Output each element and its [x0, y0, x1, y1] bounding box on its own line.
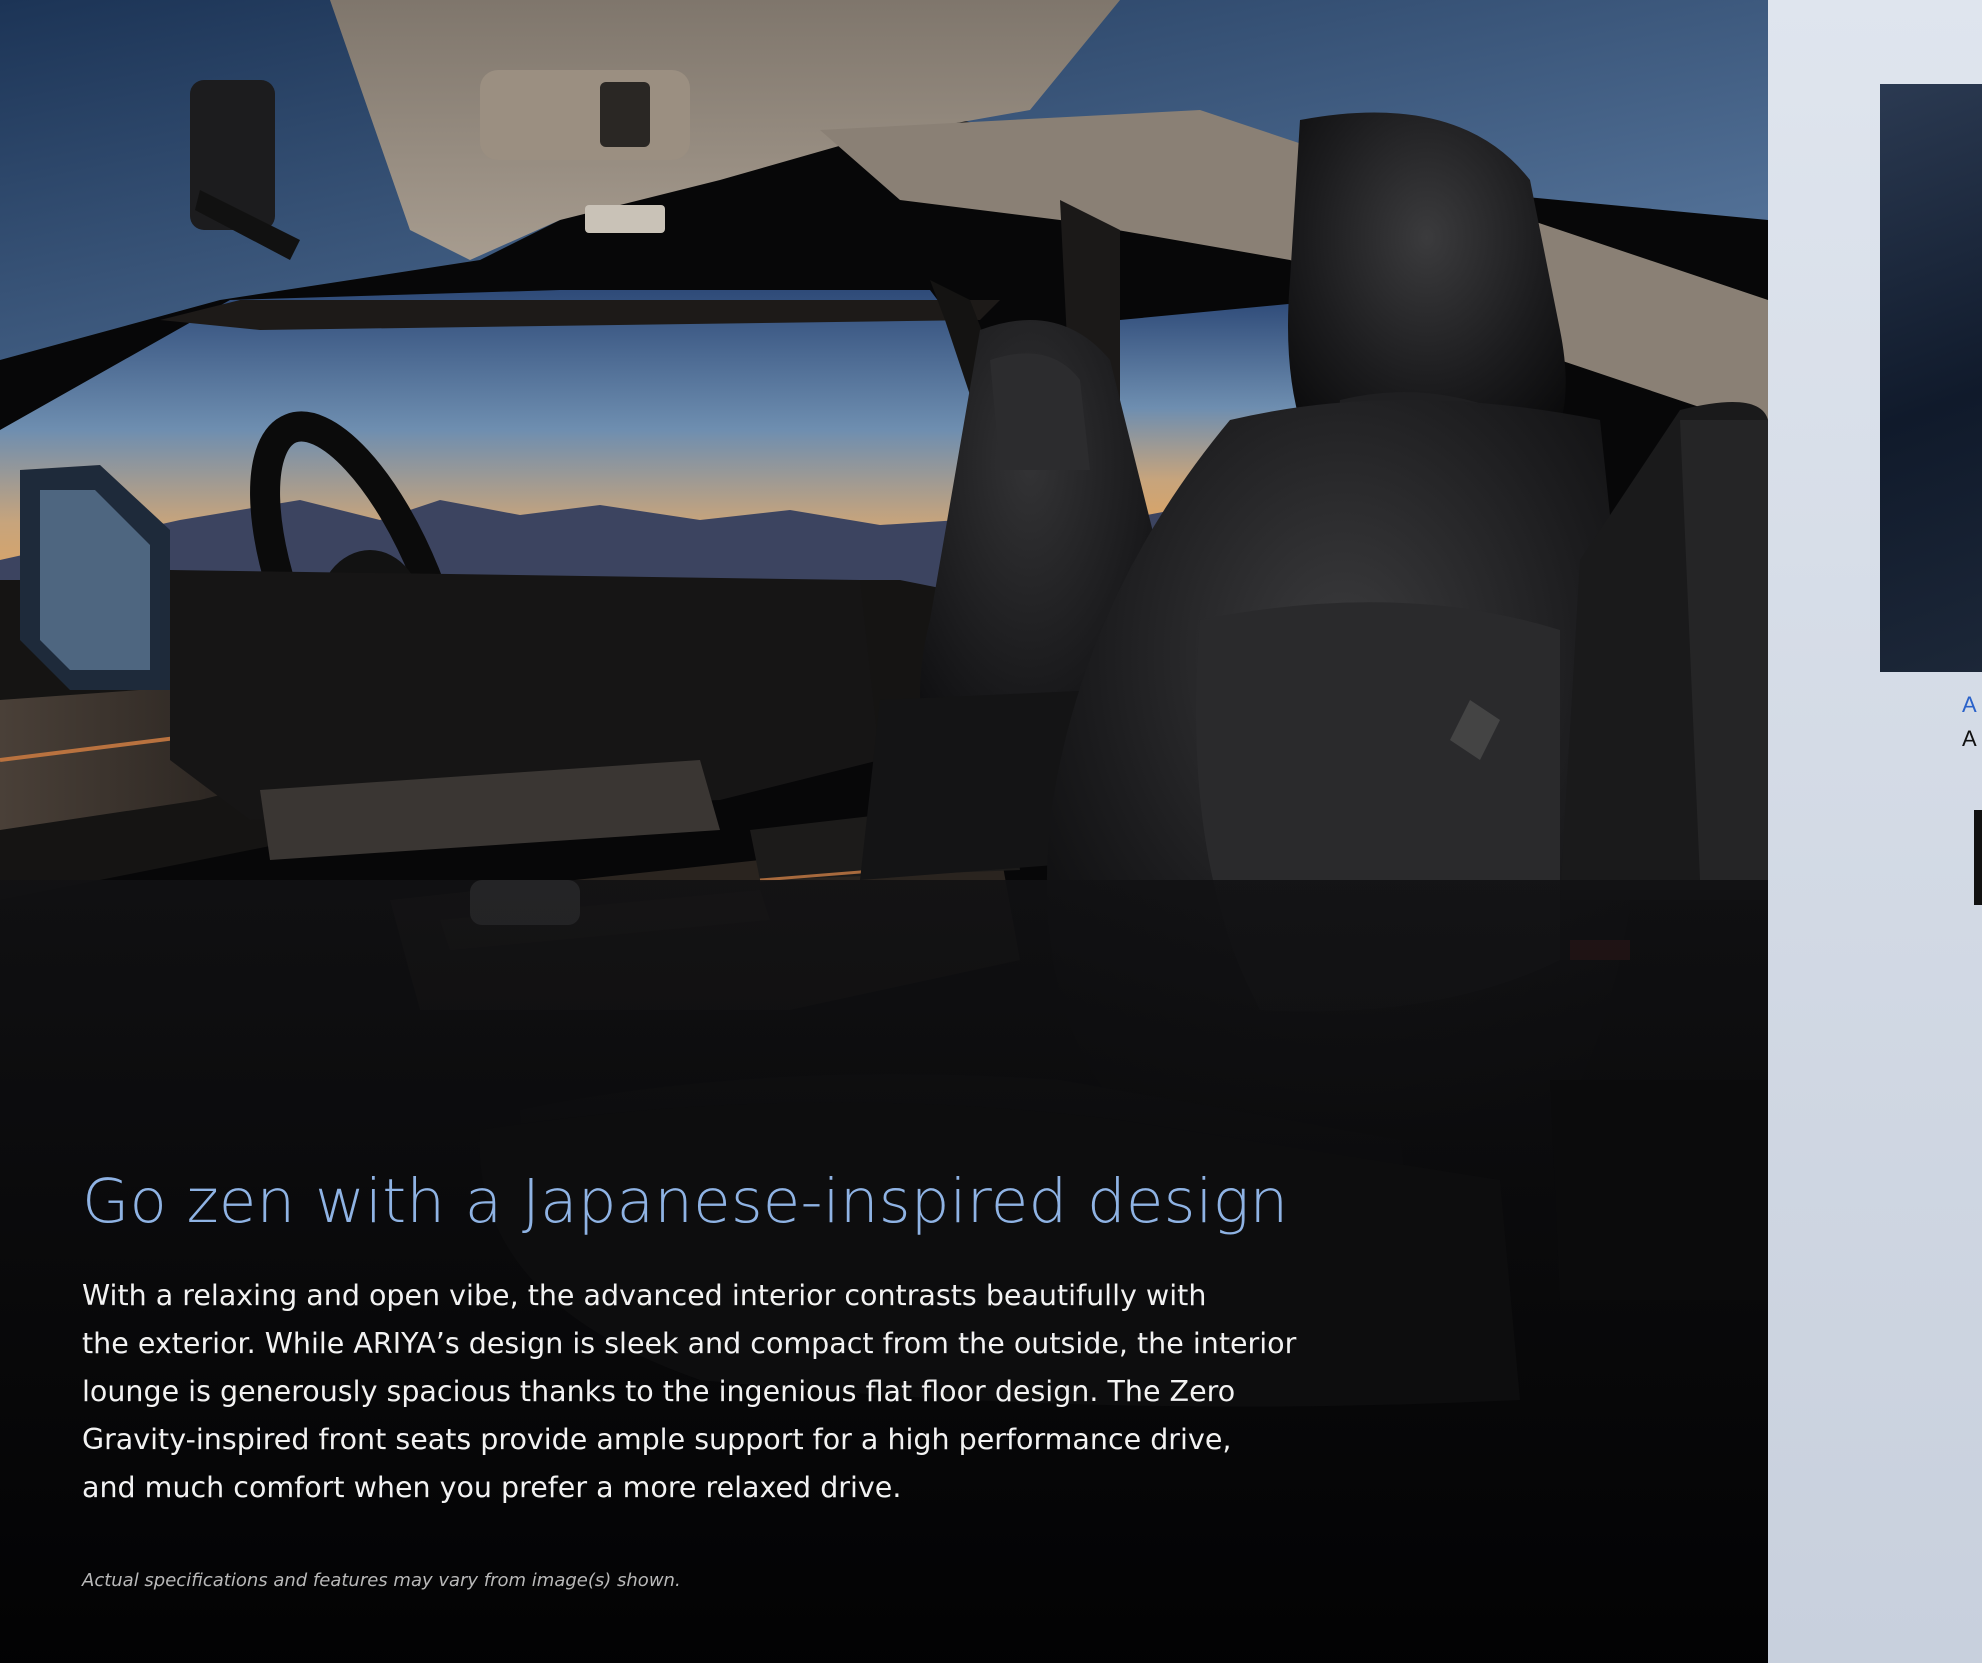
body-copy: With a relaxing and open vibe, the advan… — [82, 1272, 1462, 1512]
body-line: the exterior. While ARIYA’s design is sl… — [82, 1327, 1297, 1360]
body-line: With a relaxing and open vibe, the advan… — [82, 1279, 1207, 1312]
adjacent-page-photo-secondary — [1974, 810, 1982, 905]
body-line: Gravity-inspired front seats provide amp… — [82, 1423, 1232, 1456]
disclaimer: Actual specifications and features may v… — [82, 1570, 681, 1591]
adjacent-page-panel: A A — [1768, 0, 1982, 1663]
body-line: and much comfort when you prefer a more … — [82, 1471, 902, 1504]
body-line: lounge is generously spacious thanks to … — [82, 1375, 1236, 1408]
brochure-page: A A Go zen with a Japanese-inspired desi… — [0, 0, 1982, 1663]
page-headline: Go zen with a Japanese-inspired design — [82, 1166, 1289, 1237]
adjacent-page-photo — [1880, 84, 1982, 672]
adjacent-caption-black: A — [1962, 726, 1977, 751]
adjacent-caption-blue: A — [1962, 692, 1977, 717]
